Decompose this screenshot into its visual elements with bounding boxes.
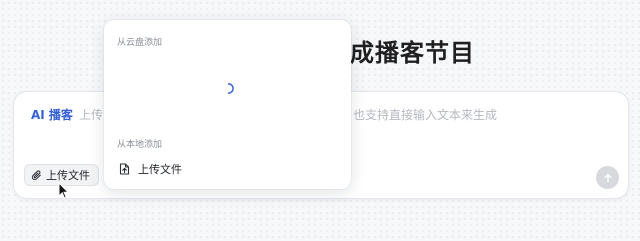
menu-item-upload-file-label: 上传文件 xyxy=(138,163,182,176)
paperclip-icon xyxy=(31,169,42,181)
file-upload-icon xyxy=(119,163,130,175)
send-button[interactable] xyxy=(596,166,619,189)
add-source-dropdown: 从云盘添加 从本地添加 上传文件 xyxy=(104,20,351,189)
prompt-placeholder-end[interactable]: ，也支持直接输入文本来生成 xyxy=(341,106,497,123)
menu-item-upload-file[interactable]: 上传文件 xyxy=(112,159,343,179)
prompt-placeholder-start[interactable]: 上传 xyxy=(79,106,103,123)
cloud-section-heading: 从云盘添加 xyxy=(117,38,163,48)
mouse-cursor-icon xyxy=(58,182,70,199)
arrow-up-icon xyxy=(603,173,613,183)
loading-spinner-icon xyxy=(223,83,234,94)
local-section-heading: 从本地添加 xyxy=(117,140,163,150)
upload-file-label: 上传文件 xyxy=(46,169,90,182)
mode-tag[interactable]: AI 播客 xyxy=(31,106,73,123)
